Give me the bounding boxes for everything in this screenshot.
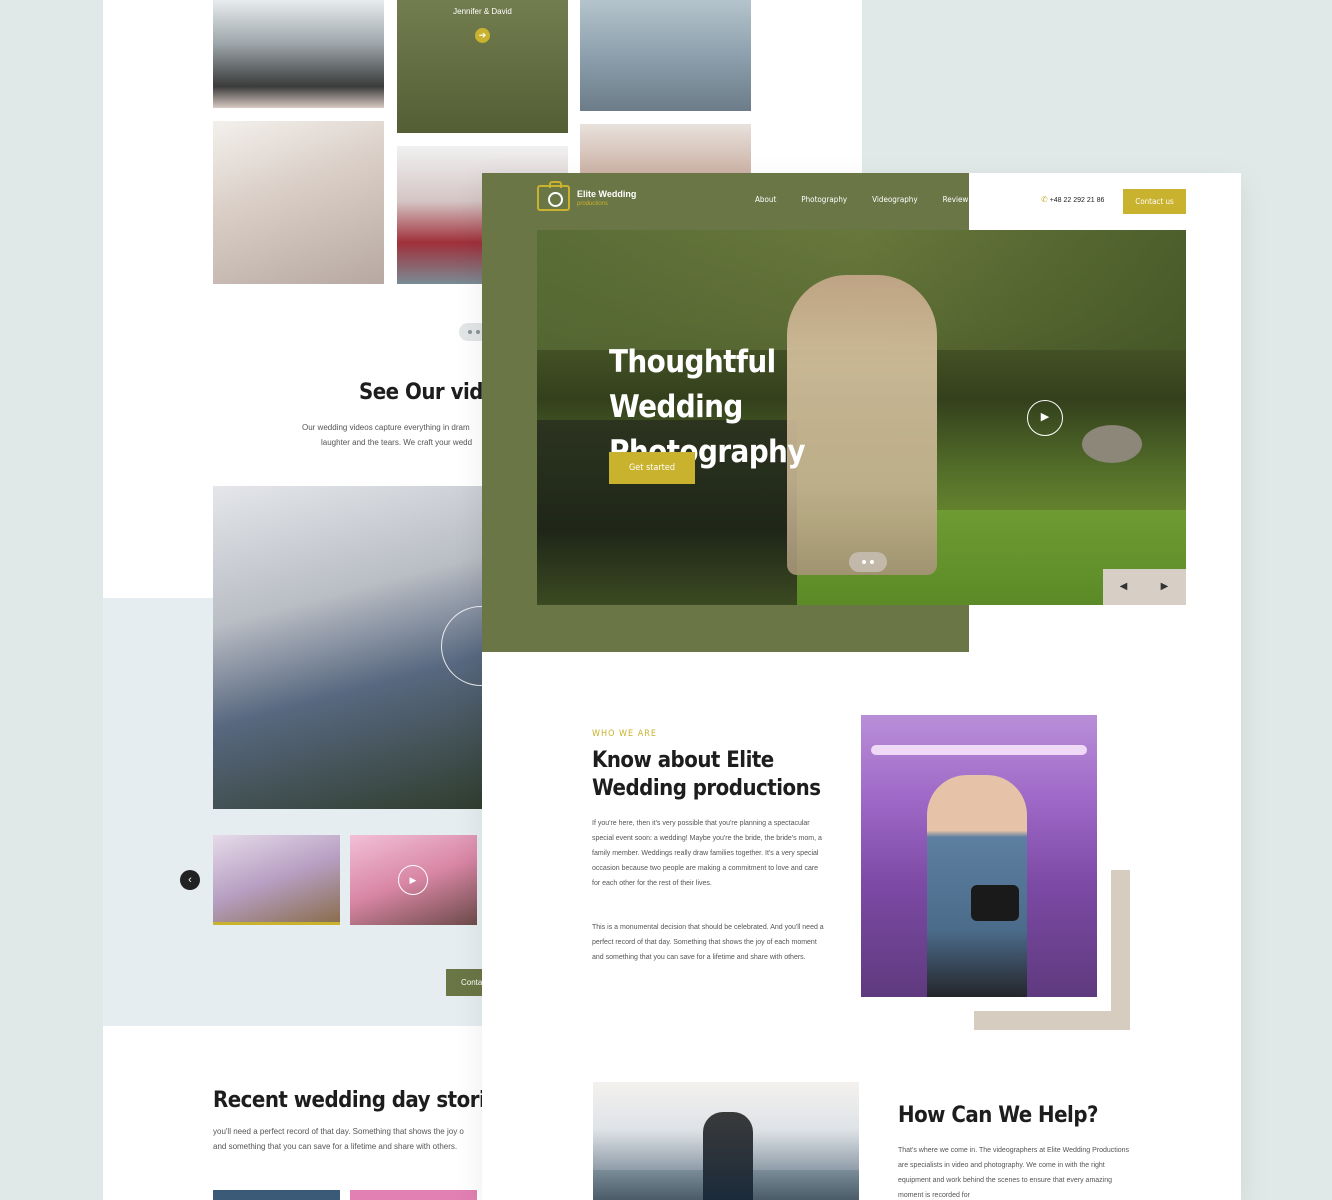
gallery-photo-featured[interactable]: Jennifer & David ➔ — [397, 0, 568, 133]
gallery-photo[interactable] — [213, 121, 384, 284]
story-photo[interactable] — [350, 1190, 477, 1200]
stories-title: Recent wedding day stories — [213, 1088, 510, 1113]
help-photo — [593, 1082, 859, 1200]
arrow-right-icon[interactable]: ➔ — [475, 28, 490, 43]
nav-item-photography[interactable]: Photography — [801, 195, 847, 204]
gallery-photo[interactable] — [580, 0, 751, 111]
video-thumbnail-active[interactable] — [213, 835, 340, 925]
video-section-text: Our wedding videos capture everything in… — [302, 423, 470, 432]
chevron-left-icon[interactable]: ‹ — [180, 870, 200, 890]
get-started-button[interactable]: Get started — [609, 452, 695, 484]
logo[interactable]: Elite Wedding productions — [537, 181, 637, 211]
about-title: Know about Elite Wedding productions — [592, 748, 821, 801]
featured-video[interactable] — [213, 486, 513, 809]
main-nav: About Photography Videography Review — [755, 195, 993, 204]
video-section-text: laughter and the tears. We craft your we… — [321, 438, 473, 447]
logo-tagline: productions — [577, 200, 609, 207]
phone-link[interactable]: ✆ +48 22 292 21 86 — [1041, 195, 1104, 204]
hero-image: Thoughtful Wedding Photography Get start… — [537, 230, 1186, 605]
play-icon[interactable]: ▶ — [398, 865, 428, 895]
help-title: How Can We Help? — [898, 1103, 1098, 1128]
camera-logo-icon — [537, 181, 570, 211]
about-eyebrow: WHO WE ARE — [592, 729, 658, 739]
dot-icon — [862, 560, 866, 564]
gallery-caption: Jennifer & David — [453, 7, 512, 16]
logo-name: Elite Wedding — [577, 188, 637, 199]
arrow-right-icon[interactable]: ▶ — [1144, 569, 1185, 605]
camera-figure — [971, 885, 1019, 921]
contact-button[interactable]: Contact us — [1123, 189, 1186, 214]
about-paragraph: This is a monumental decision that shoul… — [592, 924, 824, 961]
foreground-page: Elite Wedding productions About Photogra… — [482, 173, 1241, 1200]
dancing-couple — [703, 1112, 753, 1200]
dot-icon — [870, 560, 874, 564]
about-paragraph: If you're here, then it's very possible … — [592, 820, 822, 887]
nav-item-videography[interactable]: Videography — [872, 195, 917, 204]
videographer-photo — [861, 715, 1097, 997]
photo-overlay — [397, 0, 568, 133]
nav-item-review[interactable]: Review — [943, 195, 969, 204]
stories-text: and something that you can save for a li… — [213, 1142, 458, 1151]
gallery-photo[interactable] — [213, 0, 384, 108]
hero-rock — [1082, 425, 1142, 463]
hero-slider-controls: ◀ ▶ — [1103, 569, 1186, 605]
hero-title-line: Thoughtful Wedding — [609, 344, 776, 425]
video-thumbnail[interactable]: ▶ — [350, 835, 477, 925]
arrow-left-icon[interactable]: ◀ — [1103, 569, 1144, 605]
hero-pagination-dots[interactable] — [849, 552, 887, 572]
dot-icon — [476, 330, 480, 334]
nav-item-about[interactable]: About — [755, 195, 776, 204]
ceiling-light — [871, 745, 1087, 755]
play-icon[interactable]: ▶ — [1027, 400, 1063, 436]
help-paragraph: That's where we come in. The videographe… — [898, 1147, 1130, 1199]
story-photo[interactable] — [213, 1190, 340, 1200]
phone-number: +48 22 292 21 86 — [1049, 197, 1105, 204]
dot-icon — [468, 330, 472, 334]
stories-text: you'll need a perfect record of that day… — [213, 1127, 464, 1136]
phone-icon: ✆ — [1041, 195, 1048, 204]
